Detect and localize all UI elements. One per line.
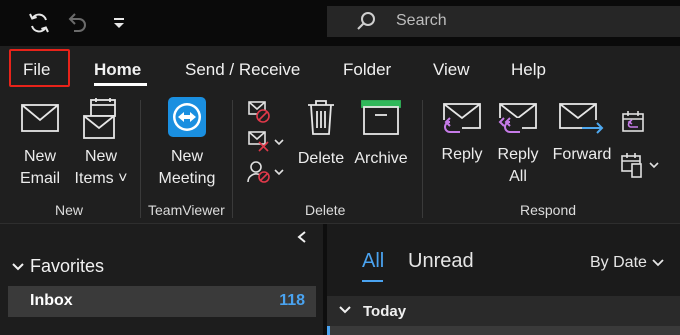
group-header-today[interactable]: Today: [327, 296, 680, 326]
new-meeting-label-1: New: [170, 148, 203, 165]
active-tab-indicator: [94, 83, 147, 86]
group-today-label: Today: [363, 303, 407, 320]
junk-icon: [246, 160, 272, 184]
customize-toolbar-icon[interactable]: [108, 0, 130, 46]
new-meeting-label-2: Meeting: [158, 170, 216, 187]
new-email-label-1: New: [23, 148, 56, 165]
reply-all-button[interactable]: Reply All: [494, 102, 542, 188]
calendar-phone-icon: [620, 152, 646, 178]
archive-button[interactable]: Archive: [350, 98, 412, 170]
group-separator: [140, 100, 141, 218]
sort-dropdown[interactable]: By Date: [590, 254, 664, 272]
favorites-label: Favorites: [30, 256, 105, 276]
group-separator: [232, 100, 233, 218]
reply-all-label-1: Reply: [497, 146, 539, 163]
reply-label: Reply: [441, 146, 483, 163]
junk-button[interactable]: [246, 160, 284, 184]
group-separator: [422, 100, 423, 218]
new-items-icon: [79, 96, 123, 140]
message-row[interactable]: [327, 326, 680, 335]
favorites-header[interactable]: Favorites: [11, 256, 104, 277]
ignore-icon: [246, 100, 272, 124]
group-label-teamviewer: TeamViewer: [148, 202, 225, 218]
meeting-reply-button[interactable]: [620, 110, 646, 134]
reply-all-label-2: All: [509, 168, 527, 185]
search-placeholder: Search: [396, 12, 447, 29]
ribbon: New Email New Items ˅ New New Meeting Te…: [0, 92, 680, 224]
chevron-down-icon: [11, 262, 25, 272]
search-icon: [356, 11, 376, 31]
filter-all[interactable]: All: [362, 250, 384, 273]
folder-pane: Favorites Inbox 118: [0, 224, 323, 335]
group-label-respond: Respond: [520, 202, 577, 218]
new-meeting-button[interactable]: New Meeting: [154, 96, 220, 190]
forward-label: Forward: [552, 146, 612, 163]
tab-view[interactable]: View: [433, 60, 470, 80]
reply-icon: [440, 102, 484, 136]
trash-icon: [305, 98, 337, 136]
archive-icon: [360, 98, 402, 136]
chevron-down-icon: [274, 168, 284, 176]
search-input[interactable]: Search: [327, 6, 680, 37]
inbox-label: Inbox: [30, 292, 73, 309]
chevron-down-icon: [652, 259, 664, 267]
reply-all-icon: [496, 102, 540, 136]
envelope-icon: [20, 102, 60, 134]
reply-button[interactable]: Reply: [438, 102, 486, 166]
folder-item-inbox[interactable]: Inbox 118: [8, 286, 316, 317]
group-label-delete: Delete: [305, 202, 346, 218]
new-items-label-2: Items ˅: [74, 170, 128, 187]
more-respond-button[interactable]: [620, 152, 659, 178]
tab-help[interactable]: Help: [511, 60, 546, 80]
tab-folder[interactable]: Folder: [343, 60, 391, 80]
forward-button[interactable]: Forward: [548, 102, 616, 166]
calendar-reply-icon: [620, 110, 646, 134]
group-label-new: New: [55, 202, 84, 218]
filter-active-indicator: [362, 280, 383, 282]
unread-count-badge: 118: [279, 292, 305, 309]
new-items-button[interactable]: New Items ˅: [70, 96, 132, 190]
sort-label: By Date: [590, 254, 647, 271]
new-items-label-1: New: [84, 148, 117, 165]
sync-icon[interactable]: [24, 0, 54, 46]
file-tab-highlight: [9, 49, 70, 87]
main-area: Favorites Inbox 118 All Unread By Date T…: [0, 224, 680, 335]
new-email-button[interactable]: New Email: [16, 102, 64, 190]
tab-home[interactable]: Home: [94, 60, 141, 80]
clean-up-button[interactable]: [246, 130, 284, 154]
teamviewer-icon: [167, 96, 207, 138]
tab-send-receive[interactable]: Send / Receive: [185, 60, 300, 80]
chevron-down-icon: [649, 161, 659, 169]
ignore-button[interactable]: [246, 100, 272, 124]
new-email-label-2: Email: [19, 170, 60, 187]
clean-up-icon: [246, 130, 272, 154]
chevron-down-icon: [339, 306, 351, 315]
undo-icon[interactable]: [64, 0, 92, 46]
collapse-pane-icon[interactable]: [296, 230, 308, 244]
forward-icon: [558, 102, 606, 136]
message-list-pane: All Unread By Date Today: [327, 224, 680, 335]
filter-unread[interactable]: Unread: [408, 250, 474, 273]
delete-button[interactable]: Delete: [296, 98, 346, 170]
chevron-down-icon: [274, 138, 284, 146]
selection-indicator: [327, 326, 330, 335]
delete-label: Delete: [297, 150, 345, 167]
archive-label: Archive: [354, 150, 408, 167]
title-bar: Search: [0, 0, 680, 46]
